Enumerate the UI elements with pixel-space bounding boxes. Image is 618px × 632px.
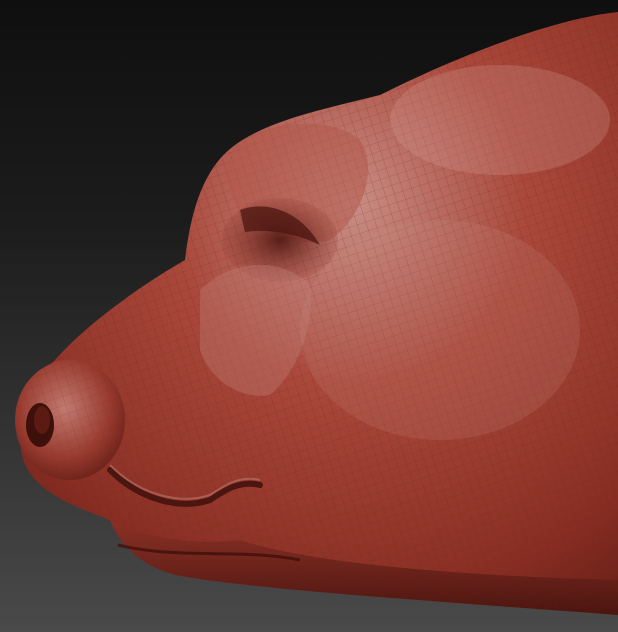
- sculpt-render: [15, 12, 618, 615]
- sculpt-viewport[interactable]: [0, 0, 618, 632]
- forehead-highlight: [390, 65, 610, 175]
- cheek: [300, 220, 580, 440]
